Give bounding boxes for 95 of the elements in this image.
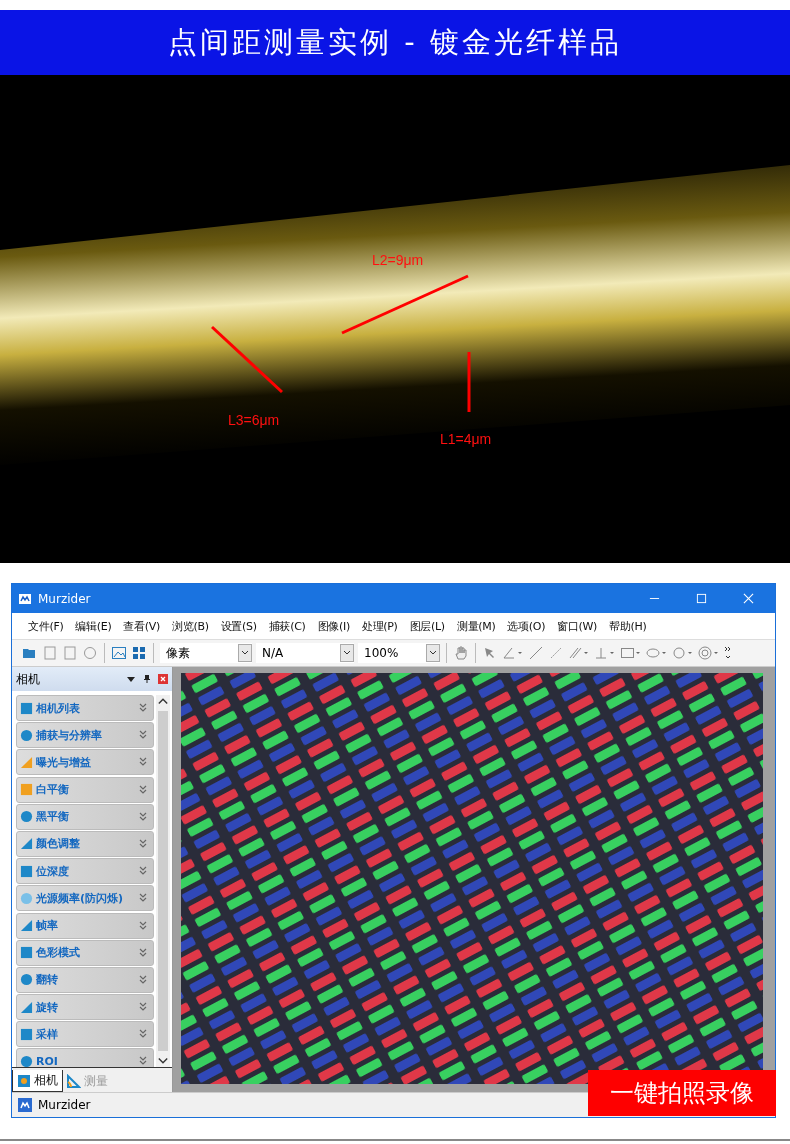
perpendicular-icon[interactable]	[594, 645, 616, 661]
rectangle-icon[interactable]	[620, 645, 642, 661]
section-icon	[20, 783, 33, 797]
disc-icon[interactable]	[82, 645, 98, 661]
panel-section-header[interactable]: 黑平衡	[16, 803, 154, 830]
section-icon	[20, 701, 33, 715]
app-logo-icon	[18, 1098, 32, 1112]
panel-section-header[interactable]: 帧率	[16, 912, 154, 939]
expand-chevron-icon	[139, 1056, 147, 1067]
dropdown[interactable]: N/A	[256, 643, 354, 663]
menu-item[interactable]: 设置(S)	[214, 616, 263, 636]
panel-section-header[interactable]: 白平衡	[16, 776, 154, 803]
close-icon[interactable]	[158, 674, 168, 684]
expand-chevron-icon	[139, 757, 147, 768]
menu-item[interactable]: 窗口(W)	[551, 616, 604, 636]
menu-item[interactable]: 测量(M)	[450, 616, 502, 636]
panel-tab[interactable]: 相机	[12, 1070, 63, 1092]
angle-icon[interactable]	[502, 645, 524, 661]
status-text: Murzider	[38, 1098, 91, 1112]
banner-title: 点间距测量实例 - 镀金光纤样品	[168, 23, 622, 61]
section-icon	[20, 864, 33, 878]
expand-chevron-icon	[139, 838, 147, 849]
section-icon	[20, 728, 33, 742]
panel-section-header[interactable]: 旋转	[16, 994, 154, 1021]
panel-section-header[interactable]: 光源频率(防闪烁)	[16, 885, 154, 912]
pin-icon[interactable]	[142, 674, 152, 684]
promo-badge: 一键拍照录像	[588, 1070, 776, 1116]
menu-item[interactable]: 图层(L)	[403, 616, 451, 636]
menu-item[interactable]: 编辑(E)	[69, 616, 118, 636]
dropdown[interactable]: 像素	[160, 643, 252, 663]
window-title: Murzider	[38, 591, 91, 606]
maximize-icon[interactable]	[696, 593, 707, 604]
measurement-label: L1=4μm	[440, 431, 492, 447]
section-icon	[20, 810, 33, 824]
section-icon	[20, 837, 33, 851]
circle-icon[interactable]	[672, 645, 694, 661]
panel-section-header[interactable]: 颜色调整	[16, 830, 154, 857]
scrollbar[interactable]	[156, 695, 170, 1067]
expand-chevron-icon	[139, 730, 147, 741]
section-icon	[20, 755, 33, 769]
panel-title: 相机	[16, 670, 40, 688]
close-icon[interactable]	[743, 593, 754, 604]
section-icon	[20, 1027, 33, 1041]
section-icon	[20, 891, 33, 905]
panel-section-header[interactable]: 曝光与增益	[16, 749, 154, 776]
panel-section-header[interactable]: 采样	[16, 1021, 154, 1048]
menu-item[interactable]: 图像(I)	[311, 616, 356, 636]
expand-chevron-icon	[139, 1029, 147, 1040]
section-icon	[20, 919, 33, 932]
caret-icon	[238, 644, 252, 662]
ellipse-icon[interactable]	[646, 645, 668, 661]
menu-item[interactable]: 选项(O)	[501, 616, 552, 636]
expand-chevron-icon	[139, 1002, 147, 1013]
dimension-line-icon[interactable]	[548, 645, 564, 661]
overflow-chevron-icon[interactable]	[724, 645, 732, 661]
panel-section-header[interactable]: 位深度	[16, 858, 154, 885]
expand-chevron-icon	[139, 920, 147, 931]
dropdown[interactable]: 100%	[358, 643, 440, 663]
menu-item[interactable]: 处理(P)	[355, 616, 404, 636]
menu-item[interactable]: 帮助(H)	[603, 616, 653, 636]
hand-icon[interactable]	[453, 645, 469, 661]
image-icon[interactable]	[111, 645, 127, 661]
panel-section-header[interactable]: 捕获与分辨率	[16, 722, 154, 749]
expand-chevron-icon	[139, 893, 147, 904]
expand-chevron-icon	[139, 784, 147, 795]
expand-chevron-icon	[139, 974, 147, 985]
expand-chevron-icon	[139, 811, 147, 822]
caret-icon	[426, 644, 440, 662]
expand-chevron-icon	[139, 947, 147, 958]
menu-item[interactable]: 查看(V)	[117, 616, 167, 636]
caret-icon	[340, 644, 354, 662]
section-icon	[20, 973, 33, 987]
scrollbar-thumb[interactable]	[158, 711, 168, 1051]
dropdown-arrow-icon[interactable]	[126, 674, 136, 684]
section-icon	[20, 1000, 33, 1014]
expand-chevron-icon	[139, 703, 147, 713]
measurement-label: L3=6μm	[228, 412, 280, 428]
section-icon	[20, 946, 33, 960]
camera-icon	[17, 1073, 31, 1088]
menu-item[interactable]: 浏览(B)	[166, 616, 215, 636]
grid-icon[interactable]	[131, 645, 147, 661]
expand-chevron-icon	[139, 866, 147, 877]
measurement-label: L2=9μm	[372, 252, 424, 268]
section-icon	[20, 1054, 33, 1067]
panel-section-header[interactable]: 相机列表	[16, 695, 154, 721]
panel-section-header[interactable]: 翻转	[16, 966, 154, 993]
measurement-line	[466, 349, 472, 415]
menu-item[interactable]: 文件(F)	[22, 616, 70, 636]
line-icon[interactable]	[528, 645, 544, 661]
menu-item[interactable]: 捕获(C)	[262, 616, 312, 636]
panel-section-header[interactable]: ROI	[16, 1048, 154, 1067]
panel-section-header[interactable]: 色彩模式	[16, 939, 154, 966]
app-logo-icon	[18, 591, 32, 606]
ruler-triangle-icon	[67, 1074, 81, 1088]
parallel-lines-icon[interactable]	[568, 645, 590, 661]
